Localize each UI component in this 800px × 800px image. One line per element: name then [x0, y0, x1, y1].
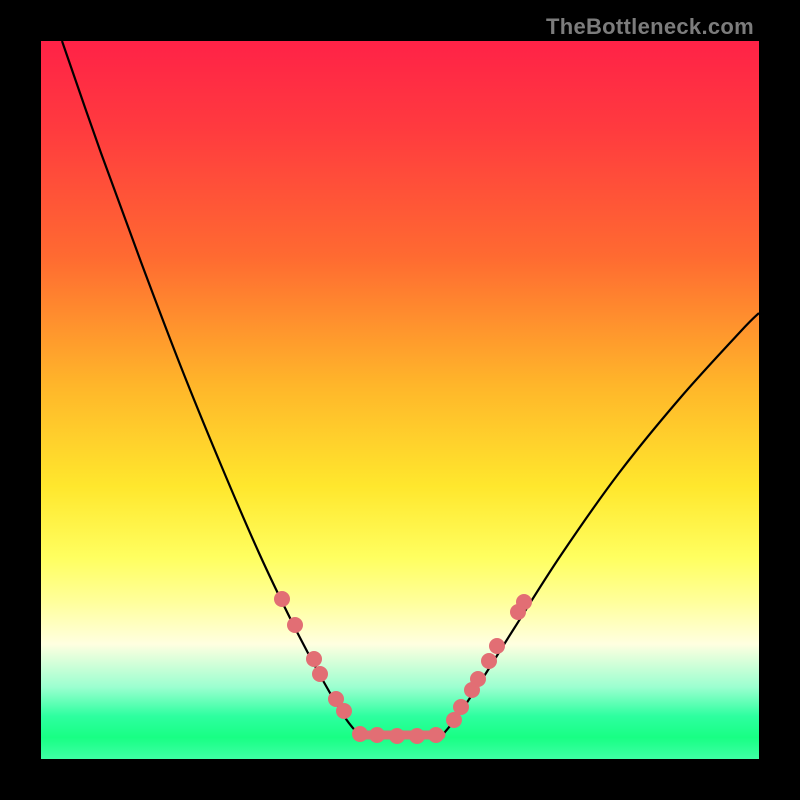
data-point	[516, 594, 532, 610]
curve-left	[62, 41, 363, 739]
data-point	[306, 651, 322, 667]
watermark-label: TheBottleneck.com	[546, 14, 754, 40]
curve-right	[439, 313, 759, 739]
data-point	[312, 666, 328, 682]
data-point	[352, 726, 368, 742]
data-point	[389, 728, 405, 744]
data-point	[481, 653, 497, 669]
data-point	[470, 671, 486, 687]
chart-plot-area	[41, 41, 759, 759]
chart-svg	[41, 41, 759, 759]
data-point	[287, 617, 303, 633]
data-point	[428, 727, 444, 743]
data-point	[409, 728, 425, 744]
data-points	[274, 591, 532, 744]
data-point	[369, 727, 385, 743]
data-point	[336, 703, 352, 719]
data-point	[489, 638, 505, 654]
data-point	[453, 699, 469, 715]
data-point	[274, 591, 290, 607]
